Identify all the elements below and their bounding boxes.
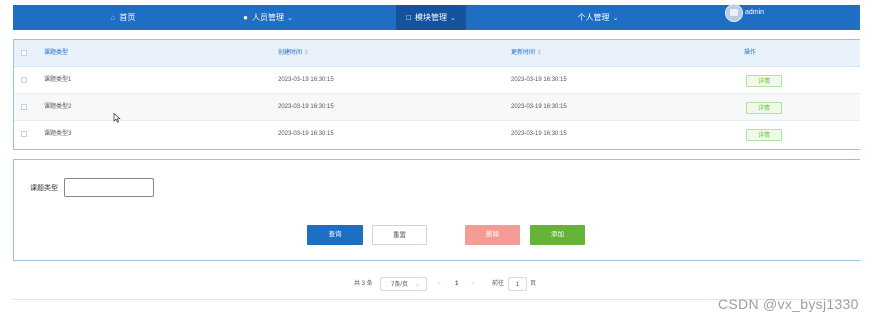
cell-created: 2023-03-19 16:30:15 — [278, 77, 334, 83]
table-row: 课题类型3 2023-03-19 16:30:15 2023-03-19 16:… — [14, 121, 860, 148]
row-checkbox[interactable] — [21, 104, 27, 110]
header-updated[interactable]: 更新时间 ⇕ — [511, 40, 542, 67]
nav-personal-label: 个人管理 — [577, 13, 610, 22]
cell-type: 课题类型2 — [44, 104, 72, 110]
table-header: 课题类型 创建时间 ⇕ 更新时间 ⇕ 操作 — [14, 40, 860, 67]
page-size-value: 7条/页 — [391, 282, 409, 288]
cell-updated: 2023-03-19 16:30:15 — [511, 131, 567, 137]
nav-module-label: 模块管理 — [414, 13, 447, 22]
search-form: 课题类型 查询 重置 删除 添加 — [13, 159, 860, 261]
user-name[interactable]: admin — [745, 0, 764, 25]
goto-suffix: 页 — [530, 281, 537, 287]
type-input[interactable] — [64, 178, 154, 197]
reset-button[interactable]: 重置 — [372, 225, 427, 245]
header-created[interactable]: 创建时间 ⇕ — [278, 40, 309, 67]
nav-personnel-label: 人员管理 — [251, 13, 284, 22]
chevron-down-icon: ⌄ — [612, 15, 619, 22]
cell-created: 2023-03-19 16:30:15 — [278, 104, 334, 110]
header-updated-label: 更新时间 — [511, 50, 536, 56]
cell-updated: 2023-03-19 16:30:15 — [511, 77, 567, 83]
chevron-down-icon: ⌄ — [286, 15, 293, 22]
cell-updated: 2023-03-19 16:30:15 — [511, 104, 567, 110]
data-table: 课题类型 创建时间 ⇕ 更新时间 ⇕ 操作 课题类型1 2023-03-19 1… — [13, 39, 860, 150]
header-created-label: 创建时间 — [278, 50, 303, 56]
home-icon: ⌂ — [110, 13, 116, 22]
nav-personal[interactable]: 个人管理 ⌄ — [543, 5, 653, 30]
avatar-image-icon[interactable] — [725, 4, 743, 22]
chevron-down-icon: ⌄ — [449, 15, 456, 22]
cell-created: 2023-03-19 16:30:15 — [278, 131, 334, 137]
header-type: 课题类型 — [44, 50, 69, 56]
detail-button[interactable]: 详情 — [746, 75, 782, 87]
chevron-down-icon: ⌄ — [414, 282, 420, 288]
pagination: 共 3 条 7条/页 ⌄ ‹ 1 › 前往 1 页 — [0, 277, 888, 291]
mouse-cursor-icon — [113, 113, 121, 123]
select-all-checkbox[interactable] — [21, 50, 27, 56]
cell-type: 课题类型1 — [44, 77, 72, 83]
goto-page-input[interactable]: 1 — [508, 277, 527, 291]
watermark: CSDN @vx_bysj1330 — [718, 296, 859, 312]
add-button[interactable]: 添加 — [530, 225, 585, 245]
header-actions: 操作 — [744, 50, 757, 56]
module-icon: □ — [406, 13, 411, 22]
pagination-total: 共 3 条 — [354, 281, 373, 287]
sort-icon: ⇕ — [536, 50, 542, 56]
nav-home[interactable]: ⌂ 首页 — [68, 5, 178, 30]
table-row: 课题类型2 2023-03-19 16:30:15 2023-03-19 16:… — [14, 94, 860, 121]
nav-home-label: 首页 — [119, 13, 136, 22]
goto-prefix: 前往 — [492, 281, 505, 287]
prev-page-icon[interactable]: ‹ — [438, 277, 440, 291]
delete-button[interactable]: 删除 — [465, 225, 520, 245]
nav-personnel[interactable]: ● 人员管理 ⌄ — [213, 5, 323, 30]
sort-icon: ⇕ — [303, 50, 309, 56]
detail-button[interactable]: 详情 — [746, 129, 782, 141]
row-checkbox[interactable] — [21, 77, 27, 83]
table-row: 课题类型1 2023-03-19 16:30:15 2023-03-19 16:… — [14, 67, 860, 94]
query-button[interactable]: 查询 — [307, 225, 363, 245]
row-checkbox[interactable] — [21, 131, 27, 137]
cell-type: 课题类型3 — [44, 131, 72, 137]
nav-module[interactable]: □ 模块管理 ⌄ — [396, 5, 466, 30]
page-size-select[interactable]: 7条/页 ⌄ — [380, 277, 427, 291]
type-label: 课题类型 — [30, 185, 58, 192]
detail-button[interactable]: 详情 — [746, 102, 782, 114]
user-icon: ● — [243, 13, 248, 22]
next-page-icon[interactable]: › — [472, 277, 474, 291]
page-number-current[interactable]: 1 — [455, 277, 458, 291]
